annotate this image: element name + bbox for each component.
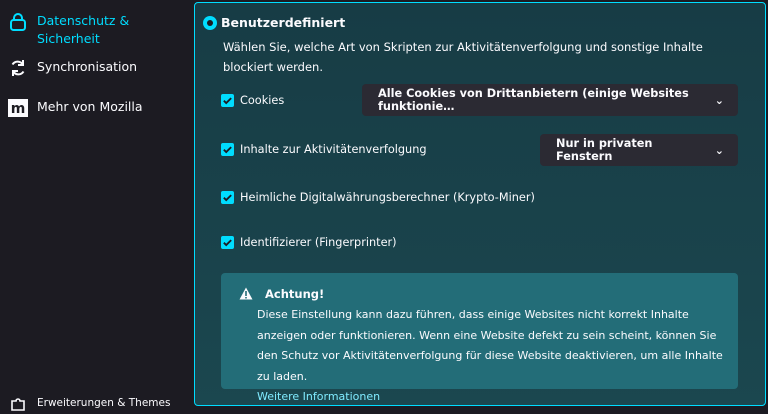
sidebar-item-addons[interactable]: Erweiterungen & Themes <box>8 394 170 414</box>
content-dropdown-value: Nur in privaten Fenstern <box>556 137 653 163</box>
cryptominers-checkbox[interactable] <box>221 191 234 204</box>
cookies-checkbox[interactable] <box>221 94 234 107</box>
fingerprinters-row: Identifizierer (Fingerprinter) <box>221 236 397 249</box>
sidebar-item-mozilla[interactable]: m Mehr von Mozilla <box>8 98 143 118</box>
custom-radio-label[interactable]: Benutzerdefiniert <box>221 15 345 30</box>
chevron-down-icon: ⌄ <box>714 93 724 107</box>
learn-more-link[interactable]: Weitere Informationen <box>257 390 380 403</box>
cookies-row: Cookies <box>221 94 284 107</box>
sidebar-item-label: Datenschutz & Sicherheit <box>37 13 130 46</box>
checkmark-icon <box>223 97 232 105</box>
sync-icon <box>8 58 28 78</box>
sidebar-item-label: Mehr von Mozilla <box>37 99 143 114</box>
fingerprinters-checkbox[interactable] <box>221 236 234 249</box>
custom-tracking-panel: Benutzerdefiniert Wählen Sie, welche Art… <box>194 2 766 406</box>
svg-text:m: m <box>11 101 26 117</box>
checkmark-icon <box>223 239 232 247</box>
checkmark-icon <box>223 146 232 154</box>
sidebar-item-sync[interactable]: Synchronisation <box>8 58 137 78</box>
mozilla-logo-icon: m <box>8 98 28 118</box>
warning-text: Diese Einstellung kann dazu führen, dass… <box>257 305 727 408</box>
cryptominers-label[interactable]: Heimliche Digitalwährungsberechner (Kryp… <box>240 191 535 204</box>
cookies-dropdown-value: Alle Cookies von Drittanbietern (einige … <box>378 87 689 113</box>
puzzle-icon <box>8 394 28 414</box>
warning-body: Diese Einstellung kann dazu führen, dass… <box>257 308 723 383</box>
custom-radio[interactable] <box>203 16 217 30</box>
checkmark-icon <box>223 194 232 202</box>
cookies-label[interactable]: Cookies <box>240 94 284 107</box>
warning-title: Achtung! <box>265 287 325 301</box>
fingerprinters-label[interactable]: Identifizierer (Fingerprinter) <box>240 236 397 249</box>
cryptominers-row: Heimliche Digitalwährungsberechner (Kryp… <box>221 191 535 204</box>
sidebar: Datenschutz & Sicherheit Synchronisation… <box>0 0 190 411</box>
content-row: Inhalte zur Aktivitätenverfolgung <box>221 143 427 156</box>
content-checkbox[interactable] <box>221 143 234 156</box>
chevron-down-icon: ⌄ <box>714 143 724 157</box>
content-dropdown[interactable]: Nur in privaten Fenstern ⌄ <box>540 134 738 166</box>
sidebar-item-label: Synchronisation <box>37 59 138 74</box>
custom-description: Wählen Sie, welche Art von Skripten zur … <box>223 40 703 74</box>
lock-icon <box>8 12 28 32</box>
content-label[interactable]: Inhalte zur Aktivitätenverfolgung <box>240 143 427 156</box>
sidebar-item-label: Erweiterungen & Themes <box>37 397 171 409</box>
sidebar-item-privacy[interactable]: Datenschutz & Sicherheit <box>8 12 147 48</box>
cookies-dropdown[interactable]: Alle Cookies von Drittanbietern (einige … <box>362 84 738 116</box>
warning-icon <box>239 287 253 300</box>
warning-box: Achtung! Diese Einstellung kann dazu füh… <box>221 273 738 403</box>
